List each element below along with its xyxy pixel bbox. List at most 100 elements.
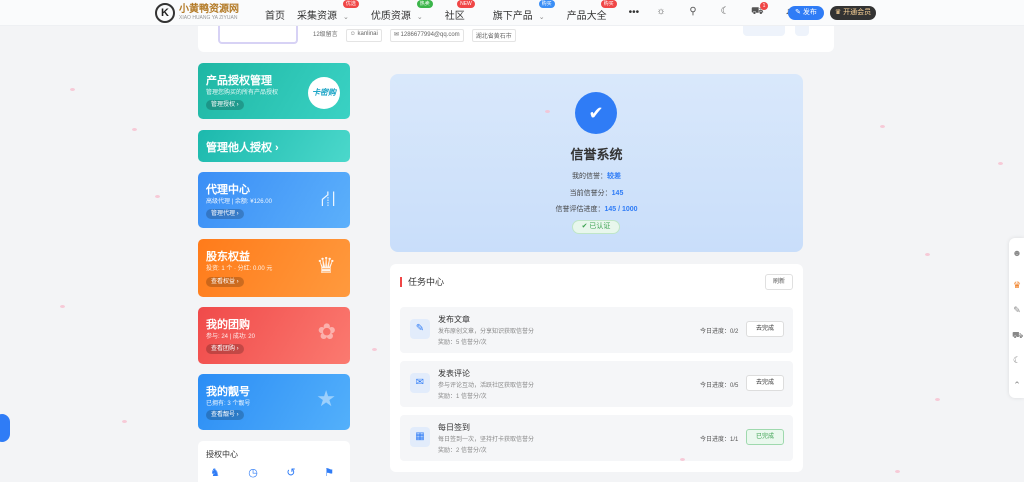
cart-badge: 1 <box>760 2 768 10</box>
card-subtitle: 参与: 24 | 成功: 20 <box>206 334 255 340</box>
vip-button[interactable]: ♛ 开通会员 <box>830 6 876 20</box>
btn-label: 查看团购 <box>211 346 236 352</box>
view-group-button[interactable]: 查看团购 › <box>206 344 244 354</box>
cart-icon[interactable]: ⛟ 1 <box>751 2 768 18</box>
chevron-down-icon: ⌄ <box>343 14 349 21</box>
flag-icon[interactable]: ⚑ <box>322 466 336 480</box>
manage-license-button[interactable]: 管理授权 › <box>206 100 244 110</box>
group-buy-card[interactable]: 我的团购 参与: 24 | 成功: 20 查看团购 › ✿ <box>198 307 350 364</box>
task-action-button[interactable]: 去完成 <box>746 321 784 337</box>
nav-label: 旗下产品 <box>492 11 533 22</box>
floating-left-button[interactable] <box>0 414 10 442</box>
main-nav: 首页 采集资源 优选 ⌄ 优质资源 热卖 ⌄ 社区 NEW 旗下产品 购买 ⌄ 产品大全 购买 … <box>265 0 651 22</box>
manage-others-card[interactable]: 管理他人授权 › <box>198 130 350 162</box>
task-item: ✉ 发表评论 参与评论互动，活跃社区获取信誉分 奖励：1 信誉分/次 今日进度：… <box>400 361 793 407</box>
vip-label: 开通会员 <box>843 9 872 16</box>
level-badge[interactable]: 12级留言 <box>313 29 338 42</box>
task-progress: 今日进度：0/5 <box>700 383 739 389</box>
card-title-text: 管理他人授权 <box>206 142 272 154</box>
task-action-button[interactable]: 去完成 <box>746 375 784 391</box>
agent-card[interactable]: 代理中心 高级代理 | 余额: ¥126.00 管理代理 › ⛙ <box>198 172 350 228</box>
card-title: 股东权益 <box>206 251 250 263</box>
strip-button[interactable] <box>795 26 809 36</box>
avatar-icon[interactable]: ☻ <box>1012 248 1022 258</box>
cart-icon[interactable]: ⛟ <box>1012 330 1023 340</box>
task-item: ✎ 发布文章 发布原创文章，分享知识获取信誉分 奖励：5 信誉分/次 今日进度：… <box>400 307 793 353</box>
numbers-card[interactable]: 我的靓号 已拥有: 3 个靓号 查看靓号 › ★ <box>198 374 350 430</box>
petal-decoration <box>372 348 377 351</box>
crown-icon[interactable]: ♛ <box>1012 280 1022 290</box>
task-name: 发表评论 <box>438 369 470 378</box>
refresh-button[interactable]: 刷新 <box>765 274 793 290</box>
lightbulb-icon[interactable]: ☼ <box>655 6 667 18</box>
label: 我的信誉： <box>572 173 607 180</box>
history-icon[interactable]: ↺ <box>284 466 298 480</box>
nav-label: 采集资源 <box>297 11 337 22</box>
view-numbers-button[interactable]: 查看靓号 › <box>206 410 244 420</box>
pencil-icon[interactable]: ✎ <box>1012 305 1022 315</box>
card-subtitle: 已拥有: 3 个靓号 <box>206 401 251 407</box>
value: 较差 <box>607 173 621 180</box>
credit-score: 当前信誉分：145 <box>390 188 803 198</box>
search-icon[interactable]: ⚲ <box>687 6 699 18</box>
nav-badge: NEW <box>457 0 475 8</box>
crown-icon: ♛ <box>316 253 336 278</box>
nav-badge: 购买 <box>600 0 617 8</box>
nav-badge: 优选 <box>342 0 359 8</box>
nav-badge: 热卖 <box>416 0 433 8</box>
card-title: 代理中心 <box>206 184 250 196</box>
nav-community[interactable]: 社区 NEW <box>444 0 475 22</box>
chevron-down-icon: ⌄ <box>416 14 423 21</box>
location: 湖北省黄石市 <box>471 29 516 42</box>
shield-check-icon: ✔ <box>575 92 617 134</box>
nav-quality-resources[interactable]: 优质资源 热卖 ⌄ <box>370 0 433 22</box>
more-icon: ••• <box>628 7 640 18</box>
equity-card[interactable]: 股东权益 投资: 1 个 · 分红: 0.00 元 查看权益 › ♛ <box>198 239 350 297</box>
profile-info: 12级留言 ☺ kanlinai ✉ 1286677994@qq.com 湖北省… <box>313 29 516 42</box>
verified-text: 已认证 <box>589 223 611 230</box>
avatar[interactable] <box>218 26 298 44</box>
floating-toolbar: ☻ ♛ ✎ ⛟ ☾ ⌃ <box>1009 238 1024 398</box>
task-center-title: 任务中心 <box>400 277 444 287</box>
username-text: kanlinai <box>357 31 378 37</box>
task-center: 任务中心 刷新 ✎ 发布文章 发布原创文章，分享知识获取信誉分 奖励：5 信誉分… <box>390 264 803 472</box>
chevron-up-icon[interactable]: ⌃ <box>1012 380 1022 390</box>
nav-label: 社区 <box>444 11 465 22</box>
task-desc: 每日签到一次，坚持打卡获取信誉分 <box>438 437 535 443</box>
card-badge-logo: 卡密购 <box>308 77 340 109</box>
card-title: 我的靓号 <box>206 386 250 398</box>
network-icon: ⛙ <box>320 186 336 211</box>
nav-collect-resources[interactable]: 采集资源 优选 ⌄ <box>297 0 359 22</box>
task-reward: 奖励：1 信誉分/次 <box>438 394 487 400</box>
strip-button[interactable] <box>743 26 785 36</box>
fox-icon[interactable]: ♞ <box>208 466 222 480</box>
nav-home[interactable]: 首页 <box>265 7 285 22</box>
nav-badge: 购买 <box>538 0 555 8</box>
nav-products[interactable]: 旗下产品 购买 ⌄ <box>492 0 555 22</box>
site-logo[interactable]: K 小黄鸭资源网 XIAO HUANG YA ZIYUAN <box>155 3 239 23</box>
auth-center-title: 授权中心 <box>206 450 238 459</box>
license-card[interactable]: 产品授权管理 管理您购买的所有产品授权 管理授权 › 卡密购 <box>198 63 350 119</box>
nav-label: 优质资源 <box>370 11 411 22</box>
email-text: 1286677994@qq.com <box>400 32 460 38</box>
chevron-down-icon: ⌄ <box>538 14 545 21</box>
auth-icons: ♞ ◷ ↺ ⚑ <box>208 466 360 480</box>
nav-all-products[interactable]: 产品大全 购买 <box>567 0 617 22</box>
dark-mode-icon[interactable]: ☾ <box>719 6 731 18</box>
view-equity-button[interactable]: 查看权益 › <box>206 277 244 287</box>
verified-badge: ✔ 已认证 <box>572 220 620 234</box>
clock-icon[interactable]: ◷ <box>246 466 260 480</box>
comment-icon: ✉ <box>410 373 430 393</box>
value: 145 / 1000 <box>604 206 638 213</box>
manage-agent-button[interactable]: 管理代理 › <box>206 209 244 219</box>
card-subtitle: 投资: 1 个 · 分红: 0.00 元 <box>206 266 273 272</box>
label: 信誉评估进度： <box>555 206 605 213</box>
petal-decoration <box>60 305 65 308</box>
pencil-icon: ✎ <box>410 319 430 339</box>
nav-more[interactable]: ••• <box>629 7 640 22</box>
top-header: K 小黄鸭资源网 XIAO HUANG YA ZIYUAN 首页 采集资源 优选 ⌄… <box>0 0 1024 26</box>
task-action-button[interactable]: 已完成 <box>746 429 784 445</box>
dark-mode-icon[interactable]: ☾ <box>1012 355 1022 365</box>
publish-button[interactable]: ✎ 发布 <box>788 6 824 20</box>
card-title: 产品授权管理 <box>206 75 272 87</box>
